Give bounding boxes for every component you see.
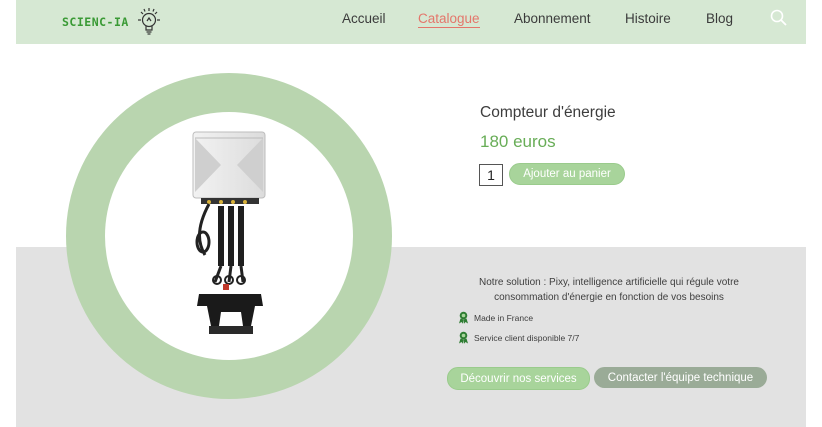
feature-label: Service client disponible 7/7 bbox=[474, 332, 580, 343]
product-description: Notre solution : Pixy, intelligence arti… bbox=[479, 277, 739, 303]
award-ribbon-icon bbox=[459, 311, 468, 324]
search-icon[interactable] bbox=[769, 8, 789, 28]
product-price: 180 euros bbox=[480, 132, 556, 151]
nav-accueil[interactable]: Accueil bbox=[342, 11, 386, 26]
energy-meter-image bbox=[192, 131, 266, 334]
site-header: SCIENC-IA Accueil Catalogue Abonnement H… bbox=[16, 0, 806, 44]
contact-team-button[interactable]: Contacter l'équipe technique bbox=[594, 367, 767, 388]
logo-text: SCIENC-IA bbox=[62, 15, 129, 29]
product-title: Compteur d'énergie bbox=[480, 104, 616, 121]
feature-made-in-france: Made in France bbox=[458, 311, 533, 324]
discover-services-button[interactable]: Découvrir nos services bbox=[447, 367, 590, 390]
quantity-input[interactable]: 1 bbox=[479, 164, 503, 186]
add-to-cart-button[interactable]: Ajouter au panier bbox=[509, 163, 625, 185]
nav-catalogue[interactable]: Catalogue bbox=[418, 11, 480, 28]
feature-customer-service: Service client disponible 7/7 bbox=[458, 331, 579, 344]
award-ribbon-icon bbox=[459, 331, 468, 344]
feature-label: Made in France bbox=[474, 312, 534, 323]
nav-blog[interactable]: Blog bbox=[706, 11, 733, 26]
lightbulb-icon bbox=[137, 8, 160, 35]
logo[interactable]: SCIENC-IA bbox=[62, 6, 164, 38]
nav-histoire[interactable]: Histoire bbox=[625, 11, 671, 26]
nav-abonnement[interactable]: Abonnement bbox=[514, 11, 591, 26]
